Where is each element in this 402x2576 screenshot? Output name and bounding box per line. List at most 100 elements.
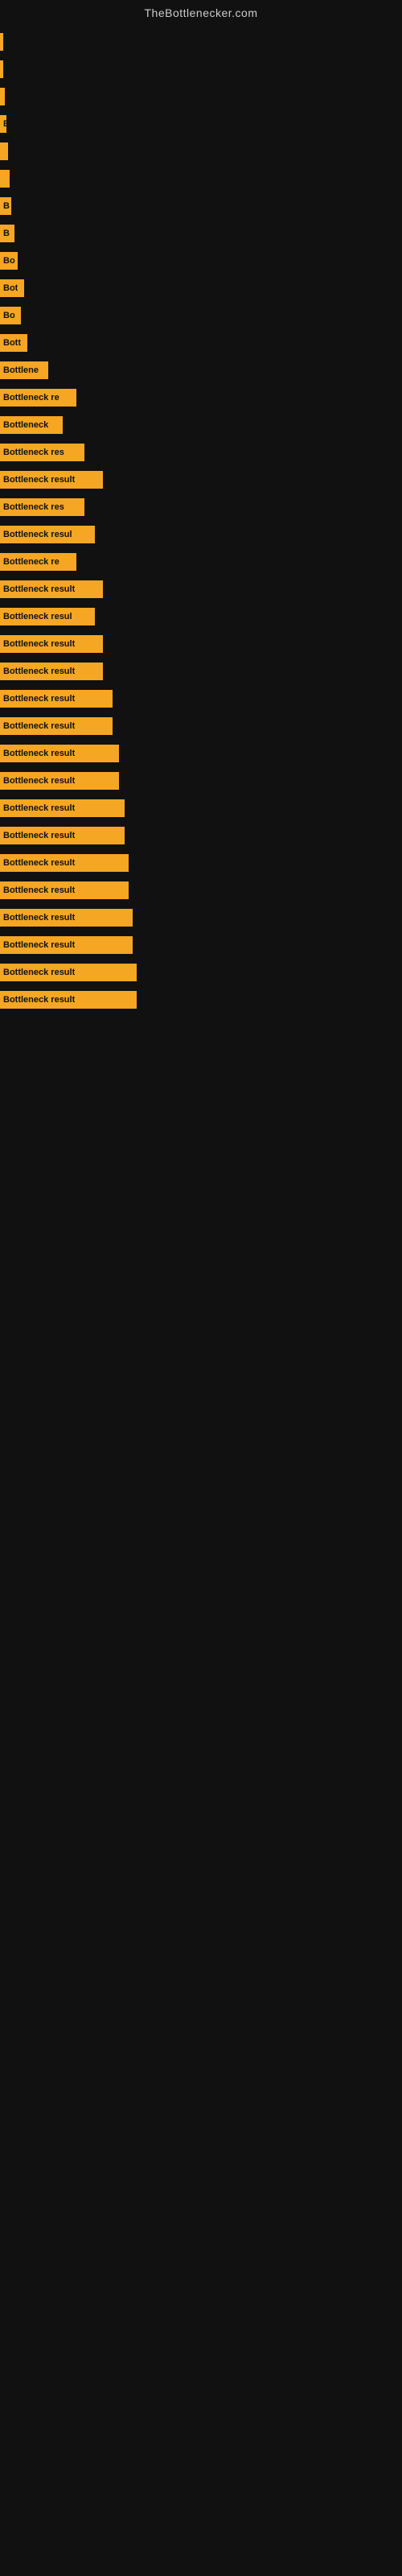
bar-row: Bottleneck result bbox=[0, 989, 402, 1011]
bar-label: Bot bbox=[3, 283, 18, 293]
bar-item: Bo bbox=[0, 307, 21, 324]
bar-label: Bottleneck result bbox=[3, 886, 75, 895]
bar-label: Bottlene bbox=[3, 365, 39, 375]
bar-row: B bbox=[0, 222, 402, 245]
bar-label: B bbox=[3, 229, 10, 238]
bar-item: Bottleneck result bbox=[0, 690, 113, 708]
bar-label: B bbox=[3, 119, 6, 129]
bar-item bbox=[0, 60, 3, 78]
bar-row: Bottleneck re bbox=[0, 551, 402, 573]
bar-row: Bott bbox=[0, 332, 402, 354]
bar-label: Bottleneck result bbox=[3, 584, 75, 594]
bar-item: Bottleneck result bbox=[0, 471, 103, 489]
bar-label: Bottleneck result bbox=[3, 694, 75, 704]
bar-label: Bottleneck res bbox=[3, 502, 64, 512]
bar-row: Bo bbox=[0, 250, 402, 272]
bar-row bbox=[0, 85, 402, 108]
bar-label: Bottleneck resul bbox=[3, 612, 72, 621]
bar-label: B bbox=[3, 201, 10, 211]
bar-item bbox=[0, 142, 8, 160]
bar-label: Bottleneck result bbox=[3, 776, 75, 786]
bars-container: B B B Bo Bot Bo Bott Bottlene Bottleneck re Bottl… bbox=[0, 23, 402, 1024]
bar-item: Bottleneck resul bbox=[0, 526, 95, 543]
bar-row: Bottleneck bbox=[0, 414, 402, 436]
bar-label: Bottleneck result bbox=[3, 749, 75, 758]
bar-row bbox=[0, 31, 402, 53]
bar-label: Bo bbox=[3, 256, 15, 266]
bar-row: Bottlene bbox=[0, 359, 402, 382]
bar-row: Bottleneck result bbox=[0, 879, 402, 902]
bar-row: Bottleneck result bbox=[0, 961, 402, 984]
bar-row: Bottleneck result bbox=[0, 687, 402, 710]
bar-label: Bottleneck resul bbox=[3, 530, 72, 539]
bar-label: Bottleneck result bbox=[3, 803, 75, 813]
bar-row: Bottleneck result bbox=[0, 660, 402, 683]
bar-item: Bottleneck result bbox=[0, 580, 103, 598]
bar-row: B bbox=[0, 113, 402, 135]
bar-item bbox=[0, 88, 5, 105]
bar-row: Bottleneck result bbox=[0, 715, 402, 737]
bar-item: Bottleneck result bbox=[0, 881, 129, 899]
bar-label: Bo bbox=[3, 311, 15, 320]
bar-label: Bottleneck bbox=[3, 420, 48, 430]
bar-row: B bbox=[0, 195, 402, 217]
bar-label: Bottleneck result bbox=[3, 667, 75, 676]
bar-item: B bbox=[0, 225, 14, 242]
bar-label: Bottleneck result bbox=[3, 968, 75, 977]
bar-item: Bottlene bbox=[0, 361, 48, 379]
bar-row: Bottleneck result bbox=[0, 578, 402, 601]
bar-item: Bottleneck res bbox=[0, 444, 84, 461]
bar-row: Bottleneck result bbox=[0, 770, 402, 792]
bar-row: Bottleneck resul bbox=[0, 523, 402, 546]
bar-item: Bottleneck result bbox=[0, 635, 103, 653]
bar-row: Bottleneck resul bbox=[0, 605, 402, 628]
bar-item bbox=[0, 170, 10, 188]
site-title: TheBottlenecker.com bbox=[0, 0, 402, 23]
bar-row bbox=[0, 140, 402, 163]
bar-label: Bottleneck result bbox=[3, 831, 75, 840]
bar-item: Bottleneck result bbox=[0, 936, 133, 954]
bar-row: Bottleneck result bbox=[0, 852, 402, 874]
bar-row: Bo bbox=[0, 304, 402, 327]
bar-item: Bottleneck resul bbox=[0, 608, 95, 625]
bar-item: Bottleneck result bbox=[0, 663, 103, 680]
bar-item: Bottleneck result bbox=[0, 827, 125, 844]
bar-label: Bottleneck result bbox=[3, 639, 75, 649]
bar-item: Bottleneck result bbox=[0, 717, 113, 735]
bar-row bbox=[0, 167, 402, 190]
bar-item: Bottleneck result bbox=[0, 964, 137, 981]
bar-item: B bbox=[0, 115, 6, 133]
bar-row: Bottleneck res bbox=[0, 441, 402, 464]
bar-label: Bottleneck res bbox=[3, 448, 64, 457]
bar-row: Bottleneck result bbox=[0, 934, 402, 956]
bar-item: Bott bbox=[0, 334, 27, 352]
bar-label: Bottleneck re bbox=[3, 393, 59, 402]
bar-row: Bottleneck result bbox=[0, 742, 402, 765]
bar-label: Bott bbox=[3, 338, 21, 348]
bar-row: Bottleneck result bbox=[0, 824, 402, 847]
bar-item: B bbox=[0, 197, 11, 215]
bar-row bbox=[0, 58, 402, 80]
bar-item: Bot bbox=[0, 279, 24, 297]
bar-label: Bottleneck result bbox=[3, 475, 75, 485]
bar-label: Bottleneck result bbox=[3, 858, 75, 868]
bar-label: Bottleneck result bbox=[3, 913, 75, 923]
bar-row: Bottleneck result bbox=[0, 633, 402, 655]
bar-item: Bottleneck res bbox=[0, 498, 84, 516]
bar-label: Bottleneck result bbox=[3, 995, 75, 1005]
bar-item: Bo bbox=[0, 252, 18, 270]
bar-row: Bottleneck result bbox=[0, 797, 402, 819]
bar-label: Bottleneck re bbox=[3, 557, 59, 567]
bar-label: Bottleneck result bbox=[3, 940, 75, 950]
bar-item: Bottleneck result bbox=[0, 799, 125, 817]
bar-row: Bot bbox=[0, 277, 402, 299]
bar-item: Bottleneck re bbox=[0, 389, 76, 407]
bar-label: Bottleneck result bbox=[3, 721, 75, 731]
bar-item: Bottleneck result bbox=[0, 772, 119, 790]
bar-item: Bottleneck result bbox=[0, 991, 137, 1009]
bar-row: Bottleneck result bbox=[0, 906, 402, 929]
bar-item: Bottleneck result bbox=[0, 909, 133, 927]
bar-item: Bottleneck result bbox=[0, 745, 119, 762]
bar-row: Bottleneck res bbox=[0, 496, 402, 518]
bar-item: Bottleneck bbox=[0, 416, 63, 434]
